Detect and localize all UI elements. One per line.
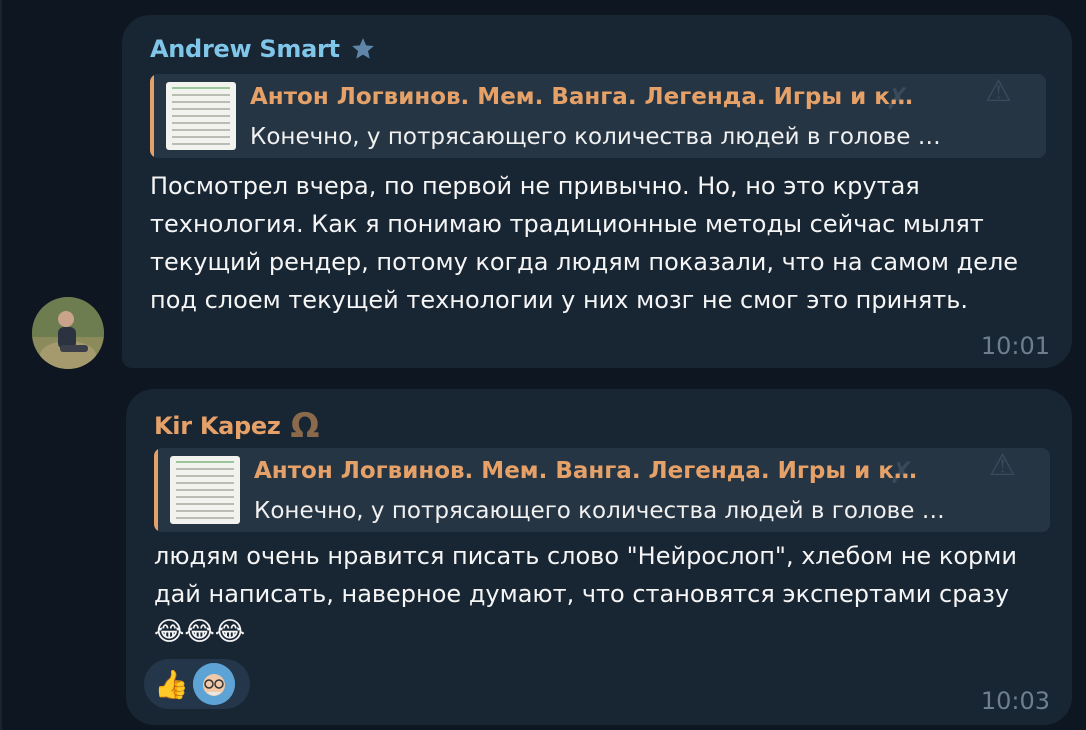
reply-text: Конечно, у потрясающего количества людей… <box>254 498 945 524</box>
sender-name[interactable]: Andrew Smart <box>150 35 376 63</box>
message-time: 10:01 <box>980 332 1050 360</box>
message-text: Посмотрел вчера, по первой не привычно. … <box>150 172 1019 314</box>
reply-title: Антон Логвинов. Мем. Ванга. Легенда. Игр… <box>254 458 917 484</box>
message-time: 10:03 <box>980 687 1050 715</box>
thumbs-up-icon: 👍 <box>154 667 189 701</box>
star-icon <box>351 38 374 59</box>
omega-icon: Ω <box>290 406 320 446</box>
sender-name[interactable]: Kir Kapez Ω <box>154 409 319 443</box>
reaction-chip[interactable]: 👍 <box>144 659 250 709</box>
laughing-emoji: 😂😂😂 <box>154 617 246 647</box>
reply-thumbnail <box>170 456 240 524</box>
message-text-body: людям очень нравится писать слово "Нейро… <box>154 542 1017 608</box>
reply-title: Антон Логвинов. Мем. Ванга. Легенда. Игр… <box>250 84 913 110</box>
watermark-icon: ⚠ <box>985 74 1012 109</box>
reply-text: Конечно, у потрясающего количества людей… <box>250 124 941 150</box>
reply-preview[interactable]: ✗ ⚠ Антон Логвинов. Мем. Ванга. Легенда.… <box>154 448 1050 532</box>
watermark-icon: ⚠ <box>989 448 1016 483</box>
reply-preview[interactable]: ✗ ⚠ Антон Логвинов. Мем. Ванга. Легенда.… <box>150 74 1046 158</box>
reply-bar <box>154 448 158 532</box>
message-bubble[interactable]: Andrew Smart ✗ ⚠ Антон Логвинов. Мем. Ва… <box>122 15 1072 368</box>
user-photo <box>32 297 104 369</box>
message-text: людям очень нравится писать слово "Нейро… <box>154 537 1034 651</box>
avatar[interactable] <box>32 297 104 369</box>
reply-thumbnail <box>166 82 236 150</box>
reaction-avatar <box>192 663 235 705</box>
window-edge <box>0 0 2 730</box>
reply-bar <box>150 74 154 158</box>
message-bubble[interactable]: Kir Kapez Ω ✗ ⚠ Антон Логвинов. Мем. Ван… <box>126 389 1072 725</box>
